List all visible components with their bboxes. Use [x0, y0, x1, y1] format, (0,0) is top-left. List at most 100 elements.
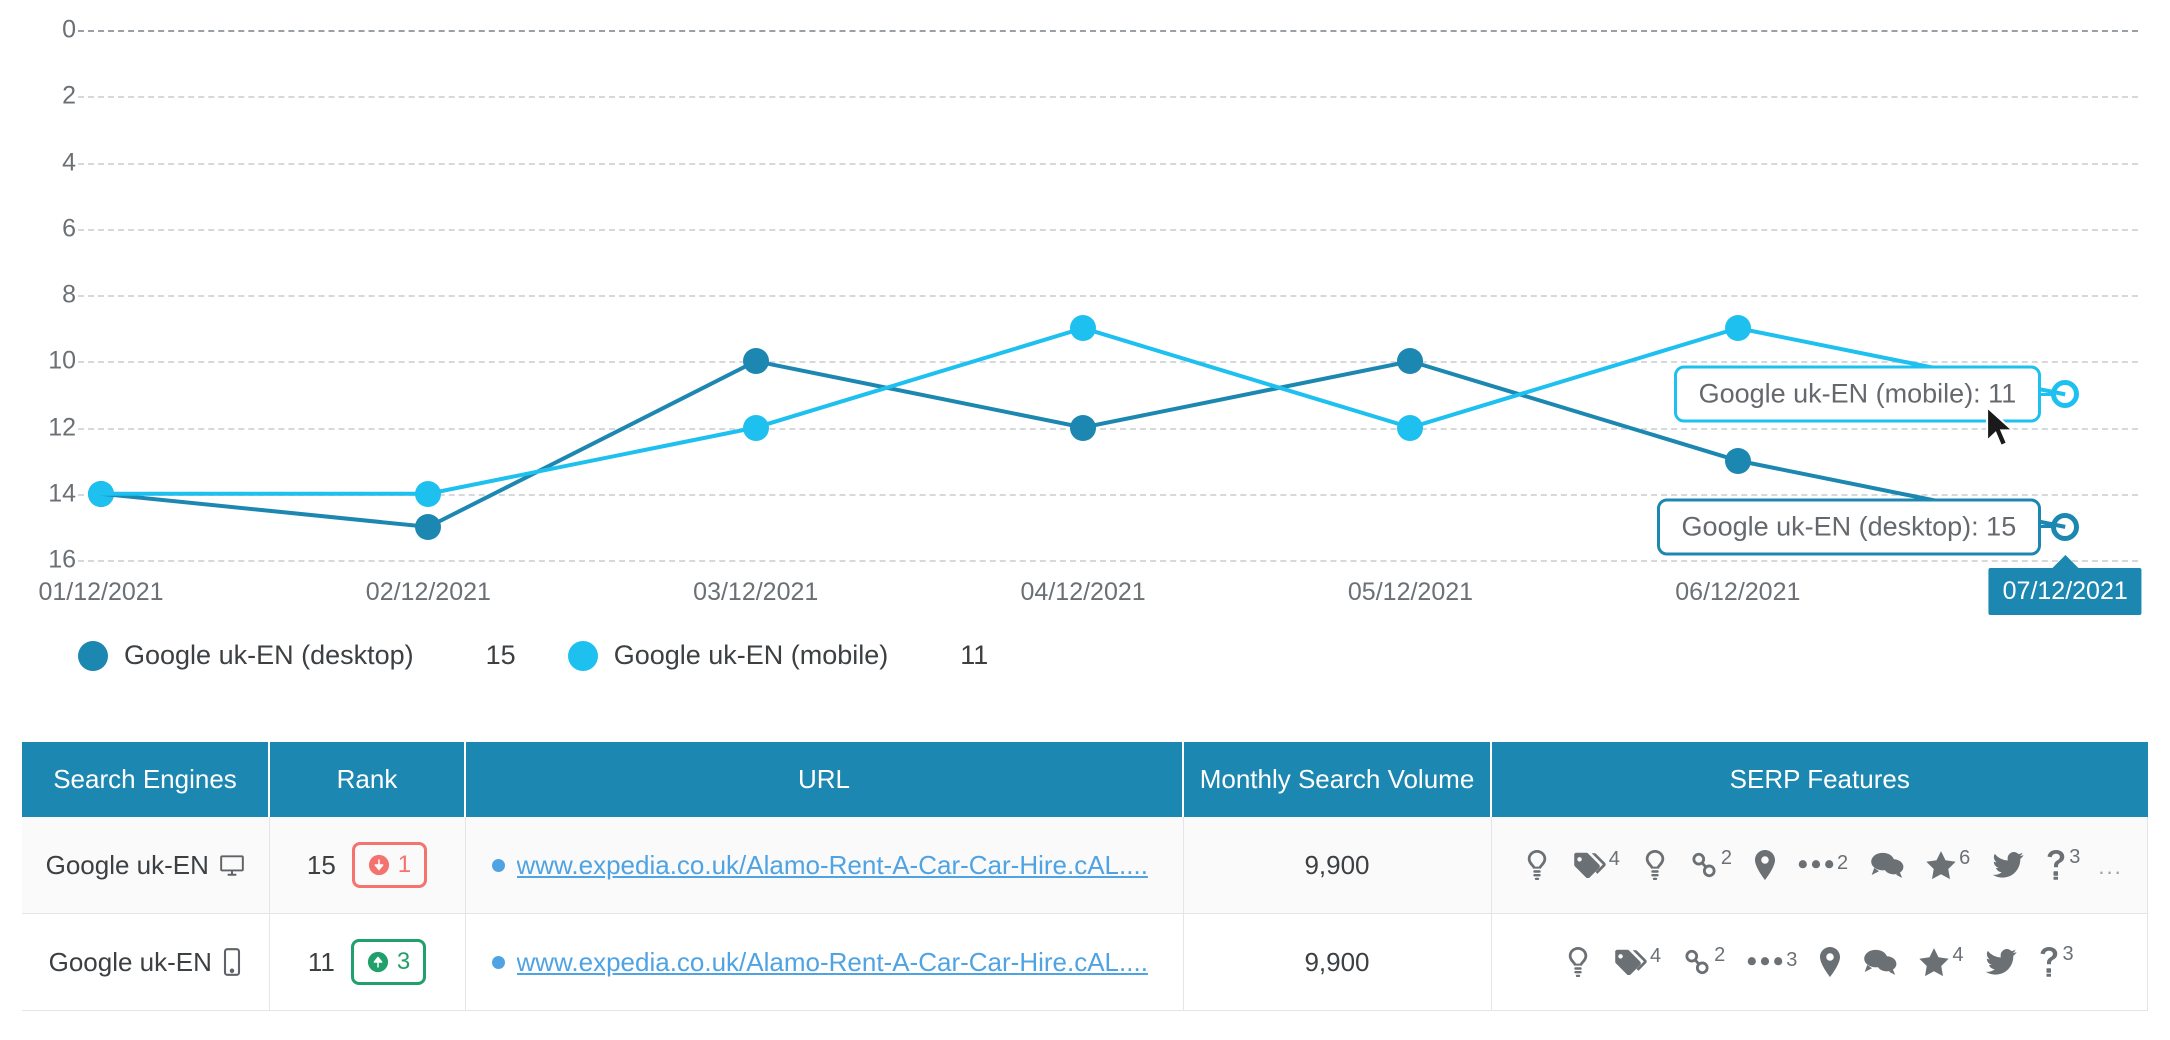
rank-value: 11: [308, 947, 335, 978]
serp-feature[interactable]: 3: [2039, 947, 2073, 977]
serp-feature[interactable]: [1642, 850, 1668, 880]
serp-feature-count: 2: [1837, 852, 1848, 875]
data-point[interactable]: [2051, 513, 2079, 541]
table-header-serp-features[interactable]: SERP Features: [1491, 742, 2148, 817]
serp-feature[interactable]: 3: [2046, 850, 2080, 880]
x-axis-tick-label[interactable]: 06/12/2021: [1675, 578, 1800, 607]
gridline: [78, 428, 2138, 430]
desktop-monitor-icon: [219, 852, 245, 878]
y-axis-tick-label: 12: [16, 413, 76, 442]
data-point[interactable]: [1397, 415, 1423, 441]
data-point[interactable]: [1725, 315, 1751, 341]
cell-url: www.expedia.co.uk/Alamo-Rent-A-Car-Car-H…: [465, 817, 1183, 914]
gridline: [78, 295, 2138, 297]
serp-feature-count: 2: [1714, 944, 1725, 967]
table-header-row: Search EnginesRankURLMonthly Search Volu…: [22, 742, 2148, 817]
data-point[interactable]: [1725, 448, 1751, 474]
y-axis-tick-label: 16: [16, 546, 76, 575]
gridline: [78, 361, 2138, 363]
serp-feature[interactable]: [1565, 947, 1591, 977]
keyword-rankings-table: Search EnginesRankURLMonthly Search Volu…: [22, 742, 2148, 1011]
serp-feature-count: 4: [1952, 944, 1963, 967]
gridline: [78, 229, 2138, 231]
ellipsis-icon: [1747, 953, 1783, 967]
data-point[interactable]: [1070, 315, 1096, 341]
serp-feature[interactable]: 6: [1926, 851, 1970, 880]
x-axis-tick-label[interactable]: 02/12/2021: [366, 578, 491, 607]
cell-serp-features: 42343: [1491, 914, 2148, 1011]
tooltip-desktop: Google uk-EN (desktop): 15: [1657, 498, 2042, 555]
cell-search-engine: Google uk-EN: [22, 817, 269, 914]
serp-feature-count: 4: [1650, 945, 1661, 968]
rank-change-badge: 3: [351, 939, 426, 985]
legend-item[interactable]: Google uk-EN (desktop) 15: [78, 640, 568, 671]
serp-feature[interactable]: [1524, 850, 1550, 880]
gridline: [78, 163, 2138, 165]
legend-label: Google uk-EN (desktop): [124, 640, 414, 671]
legend-item[interactable]: Google uk-EN (mobile)11: [568, 640, 1041, 671]
serp-feature[interactable]: 4: [1613, 949, 1661, 975]
serp-feature[interactable]: 4: [1919, 948, 1963, 977]
url-link[interactable]: www.expedia.co.uk/Alamo-Rent-A-Car-Car-H…: [517, 850, 1148, 881]
serp-feature[interactable]: 3: [1747, 953, 1797, 972]
data-point[interactable]: [1397, 348, 1423, 374]
gridline: [78, 560, 2138, 562]
search-engine-label: Google uk-EN: [49, 947, 212, 978]
serp-feature-count: 2: [1721, 847, 1732, 870]
lightbulb-icon: [1565, 947, 1591, 977]
data-point[interactable]: [88, 481, 114, 507]
serp-feature[interactable]: [1870, 851, 1904, 879]
table-header-search-engines[interactable]: Search Engines: [22, 742, 269, 817]
y-axis-tick-label: 4: [16, 148, 76, 177]
cell-url: www.expedia.co.uk/Alamo-Rent-A-Car-Car-H…: [465, 914, 1183, 1011]
rank-history-chart: 0246810121416 01/12/202102/12/202103/12/…: [0, 0, 2170, 700]
legend-color-dot: [78, 641, 108, 671]
table-body: Google uk-EN151www.expedia.co.uk/Alamo-R…: [22, 817, 2148, 1011]
url-link[interactable]: www.expedia.co.uk/Alamo-Rent-A-Car-Car-H…: [517, 947, 1148, 978]
cell-monthly-search-volume: 9,900: [1183, 817, 1491, 914]
tags-icon: [1613, 949, 1647, 975]
table-row: Google uk-EN151www.expedia.co.uk/Alamo-R…: [22, 817, 2148, 914]
serp-overflow-indicator[interactable]: ...: [2098, 854, 2122, 880]
serp-feature[interactable]: [1754, 850, 1776, 880]
x-axis-tick-label[interactable]: 04/12/2021: [1021, 578, 1146, 607]
x-axis-tick-label[interactable]: 03/12/2021: [693, 578, 818, 607]
table-header-rank[interactable]: Rank: [269, 742, 465, 817]
data-point[interactable]: [1070, 415, 1096, 441]
data-point[interactable]: [415, 514, 441, 540]
serp-feature[interactable]: 2: [1798, 856, 1848, 875]
map-pin-icon: [1819, 947, 1841, 977]
table-header-url[interactable]: URL: [465, 742, 1183, 817]
rank-change-value: 3: [397, 948, 410, 976]
serp-feature-count: 3: [2062, 943, 2073, 966]
x-axis-tick-label[interactable]: 05/12/2021: [1348, 578, 1473, 607]
chart-legend: Google uk-EN (desktop) 15 Google uk-EN (mo…: [78, 640, 1040, 671]
link-icon: [1683, 948, 1711, 976]
serp-feature[interactable]: [1863, 948, 1897, 976]
chart-plot-area: [78, 30, 2138, 560]
serp-feature[interactable]: 2: [1690, 851, 1732, 879]
rank-change-value: 1: [398, 851, 411, 879]
serp-feature[interactable]: [1819, 947, 1841, 977]
y-axis-tick-label: 8: [16, 281, 76, 310]
url-bullet-icon: [492, 956, 505, 969]
serp-feature[interactable]: [1992, 852, 2024, 878]
cell-serp-features: 42263...: [1491, 817, 2148, 914]
data-point[interactable]: [2051, 380, 2079, 408]
table-header-monthly-search-volume[interactable]: Monthly Search Volume: [1183, 742, 1491, 817]
y-axis-tick-label: 2: [16, 82, 76, 111]
data-point[interactable]: [415, 481, 441, 507]
cell-search-engine: Google uk-EN: [22, 914, 269, 1011]
x-axis-tick-label[interactable]: 01/12/2021: [38, 578, 163, 607]
rank-change-badge: 1: [352, 842, 427, 888]
serp-feature[interactable]: 2: [1683, 948, 1725, 976]
data-point[interactable]: [743, 348, 769, 374]
legend-value: 15: [486, 640, 516, 671]
y-axis-tick-label: 14: [16, 479, 76, 508]
search-engine-label: Google uk-EN: [46, 850, 209, 881]
comments-icon: [1870, 851, 1904, 879]
data-point[interactable]: [743, 415, 769, 441]
serp-feature[interactable]: 4: [1572, 852, 1620, 878]
serp-feature[interactable]: [1985, 949, 2017, 975]
x-axis-tick-label-active[interactable]: 07/12/2021: [1989, 568, 2142, 615]
